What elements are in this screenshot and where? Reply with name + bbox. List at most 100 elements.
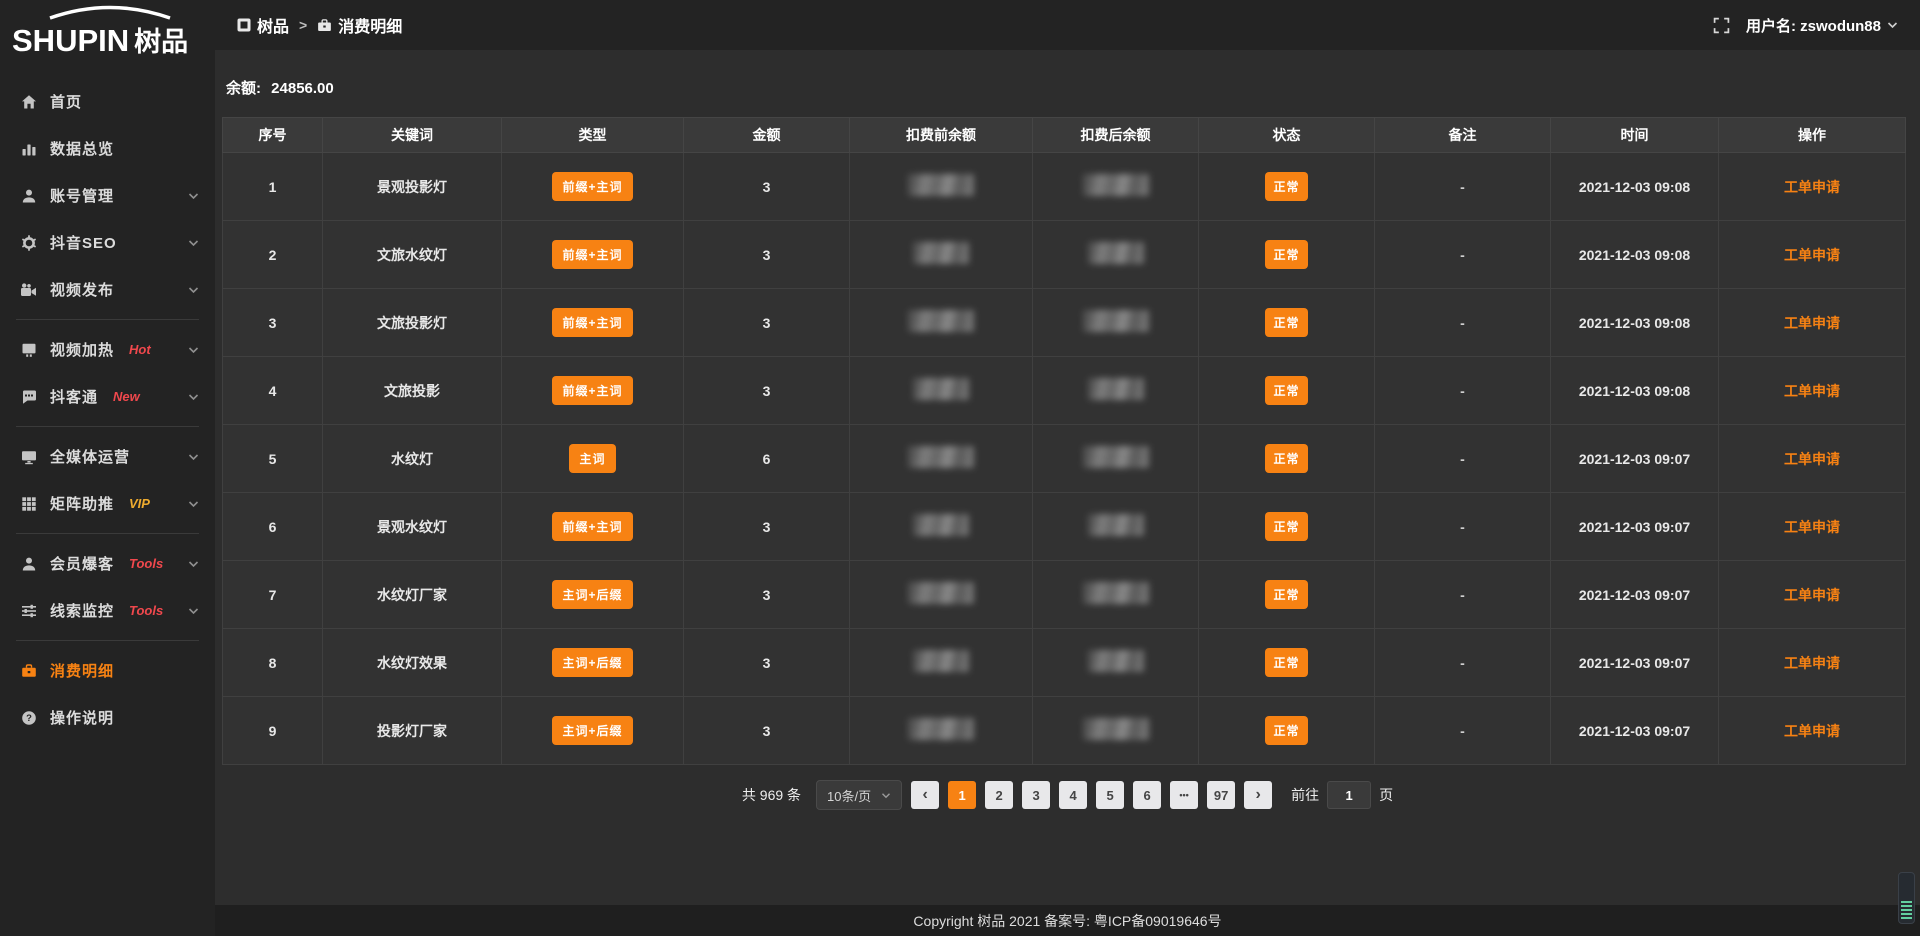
sidebar-item-home[interactable]: 首页: [0, 78, 215, 125]
fullscreen-icon[interactable]: [1713, 17, 1730, 34]
chevron-down-icon: [1887, 21, 1898, 29]
goto-suffix: 页: [1379, 785, 1393, 805]
cell-amount: 3: [684, 561, 850, 629]
cell-balance-before: [850, 697, 1033, 765]
cell-index: 4: [223, 357, 323, 425]
cell-index: 7: [223, 561, 323, 629]
work-order-link[interactable]: 工单申请: [1784, 247, 1840, 263]
cell-note: -: [1375, 493, 1551, 561]
blurred-balance: [1083, 174, 1149, 196]
sidebar-menu: 首页 数据总览 账号管理: [0, 64, 215, 741]
work-order-link[interactable]: 工单申请: [1784, 451, 1840, 467]
cell-note: -: [1375, 357, 1551, 425]
sidebar-divider: [16, 640, 199, 641]
work-order-link[interactable]: 工单申请: [1784, 179, 1840, 195]
wallet-icon: [20, 662, 37, 679]
pagination: 共 969 条 10条/页 ‹ 1 2 3 4 5 6 ••• 97 › 前往 …: [215, 780, 1920, 810]
chevron-down-icon: [881, 792, 891, 799]
pagination-page-6[interactable]: 6: [1133, 781, 1161, 809]
footer: Copyright 树品 2021 备案号: 粤ICP备09019646号: [215, 905, 1920, 936]
cell-type: 主词: [502, 425, 684, 493]
work-order-link[interactable]: 工单申请: [1784, 587, 1840, 603]
pagination-prev-button[interactable]: ‹: [911, 781, 939, 809]
cell-balance-before: [850, 357, 1033, 425]
floating-widget-stripes: [1901, 901, 1912, 919]
work-order-link[interactable]: 工单申请: [1784, 315, 1840, 331]
consumption-table-wrap: 序号 关键词 类型 金额 扣费前余额 扣费后余额 状态 备注 时间 操作 1 景…: [222, 117, 1905, 765]
sidebar-item-member-burst[interactable]: 会员爆客 Tools: [0, 540, 215, 587]
chevron-down-icon: [188, 393, 199, 401]
sidebar-item-label: 账号管理: [50, 185, 114, 206]
cell-amount: 3: [684, 697, 850, 765]
status-badge: 正常: [1265, 376, 1307, 405]
sidebar-item-label: 矩阵助推: [50, 493, 114, 514]
type-badge: 主词+后缀: [552, 716, 632, 745]
sidebar-item-video-publish[interactable]: 视频发布: [0, 266, 215, 313]
col-header-index: 序号: [223, 118, 323, 153]
blurred-balance: [908, 718, 974, 740]
col-header-amount: 金额: [684, 118, 850, 153]
work-order-link[interactable]: 工单申请: [1784, 383, 1840, 399]
goto-label: 前往: [1291, 785, 1319, 805]
sidebar-item-clue-monitor[interactable]: 线索监控 Tools: [0, 587, 215, 634]
work-order-link[interactable]: 工单申请: [1784, 519, 1840, 535]
sidebar-item-video-heat[interactable]: 视频加热 Hot: [0, 326, 215, 373]
cell-balance-before: [850, 153, 1033, 221]
pagination-next-button[interactable]: ›: [1244, 781, 1272, 809]
sidebar-item-all-media[interactable]: 全媒体运营: [0, 433, 215, 480]
pagination-page-3[interactable]: 3: [1022, 781, 1050, 809]
goto-page-input[interactable]: [1327, 781, 1371, 809]
pagination-page-4[interactable]: 4: [1059, 781, 1087, 809]
pagination-ellipsis[interactable]: •••: [1170, 781, 1198, 809]
cell-balance-after: [1033, 697, 1199, 765]
sidebar-divider: [16, 533, 199, 534]
sidebar-divider: [16, 319, 199, 320]
cell-time: 2021-12-03 09:07: [1551, 425, 1719, 493]
work-order-link[interactable]: 工单申请: [1784, 655, 1840, 671]
user-menu[interactable]: 用户名: zswodun88: [1746, 15, 1898, 36]
breadcrumb-current: 消费明细: [317, 13, 402, 37]
blurred-balance: [908, 582, 974, 604]
sidebar-item-instructions[interactable]: ? 操作说明: [0, 694, 215, 741]
chevron-down-icon: [188, 239, 199, 247]
pagination-page-1[interactable]: 1: [948, 781, 976, 809]
breadcrumb-home[interactable]: 树品: [237, 13, 289, 37]
sidebar-item-label: 全媒体运营: [50, 446, 130, 467]
cell-balance-after: [1033, 153, 1199, 221]
cell-balance-after: [1033, 289, 1199, 357]
cell-amount: 3: [684, 629, 850, 697]
member-icon: [20, 555, 37, 572]
cell-balance-before: [850, 289, 1033, 357]
status-badge: 正常: [1265, 308, 1307, 337]
sidebar-item-douketong[interactable]: 抖客通 New: [0, 373, 215, 420]
app-logo[interactable]: SHUPIN 树品: [0, 0, 215, 64]
chat-icon: [20, 388, 37, 405]
consumption-table: 序号 关键词 类型 金额 扣费前余额 扣费后余额 状态 备注 时间 操作 1 景…: [222, 117, 1906, 765]
page-size-select[interactable]: 10条/页: [816, 780, 902, 810]
logo-text-cn: 树品: [134, 29, 188, 56]
cell-status: 正常: [1199, 697, 1375, 765]
main-content: 余额: 24856.00 序号 关键词 类型 金额 扣费前余额 扣费后余额 状态…: [215, 50, 1920, 936]
blurred-balance: [913, 378, 969, 400]
cell-amount: 3: [684, 357, 850, 425]
pagination-page-5[interactable]: 5: [1096, 781, 1124, 809]
sidebar-item-account-mgmt[interactable]: 账号管理: [0, 172, 215, 219]
work-order-link[interactable]: 工单申请: [1784, 723, 1840, 739]
cell-keyword: 文旅投影灯: [323, 289, 502, 357]
cell-index: 5: [223, 425, 323, 493]
sidebar-item-matrix-boost[interactable]: 矩阵助推 VIP: [0, 480, 215, 527]
cell-status: 正常: [1199, 493, 1375, 561]
username-label: 用户名: zswodun88: [1746, 15, 1881, 36]
cell-note: -: [1375, 697, 1551, 765]
sidebar-item-label: 数据总览: [50, 138, 114, 159]
sidebar-item-data-overview[interactable]: 数据总览: [0, 125, 215, 172]
sidebar-item-douyin-seo[interactable]: 抖音SEO: [0, 219, 215, 266]
cell-index: 1: [223, 153, 323, 221]
pagination-page-2[interactable]: 2: [985, 781, 1013, 809]
floating-widget[interactable]: [1898, 872, 1915, 924]
sidebar-item-consumption-detail[interactable]: 消费明细: [0, 647, 215, 694]
cell-note: -: [1375, 629, 1551, 697]
blurred-balance: [1088, 514, 1144, 536]
pagination-page-97[interactable]: 97: [1207, 781, 1235, 809]
cell-type: 主词+后缀: [502, 561, 684, 629]
